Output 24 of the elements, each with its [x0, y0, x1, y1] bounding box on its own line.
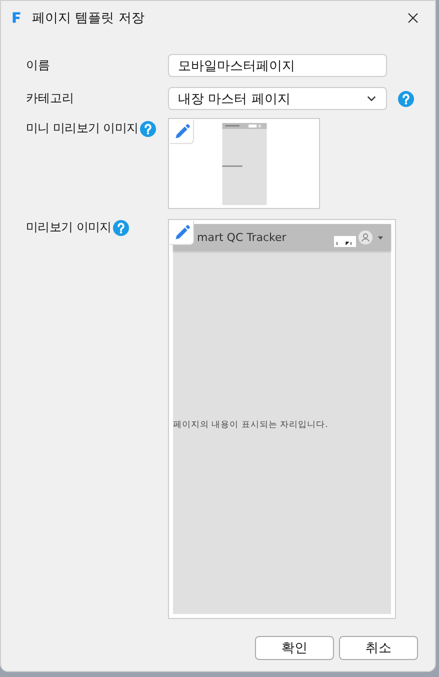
help-icon[interactable] — [113, 220, 130, 236]
field-label: 카테고리 — [26, 90, 75, 107]
placeholder-text: 페이지의 내용이 표시되는 자리입니다. — [173, 418, 328, 430]
help-icon[interactable] — [140, 120, 156, 136]
user-avatar-icon[interactable] — [358, 230, 373, 245]
pencil-icon — [172, 224, 190, 242]
help-icon[interactable] — [398, 90, 414, 106]
ok-button[interactable]: 확인 — [255, 636, 334, 660]
cancel-button[interactable]: 취소 — [339, 636, 418, 660]
app-title: mart QC Tracker — [197, 231, 286, 244]
name-field[interactable]: 모바일마스터페이지 — [168, 54, 387, 77]
category-dropdown[interactable]: 내장 마스터 페이지 — [168, 87, 387, 110]
field-label: 이름 — [26, 57, 51, 74]
field-label: 미니 미리보기 이미지 — [26, 120, 138, 137]
caret-icon[interactable] — [378, 236, 383, 240]
edit-button[interactable] — [170, 221, 194, 245]
pencil-icon — [172, 122, 190, 140]
chevron-down-icon — [366, 93, 377, 104]
field-label: 미리보기 이미지 — [26, 219, 112, 236]
close-icon — [407, 12, 419, 24]
edit-button[interactable] — [170, 120, 194, 144]
window-title: 페이지 템플릿 저장 — [32, 10, 144, 26]
app-logo-icon — [12, 11, 21, 24]
toolbar-icon — [334, 236, 356, 247]
